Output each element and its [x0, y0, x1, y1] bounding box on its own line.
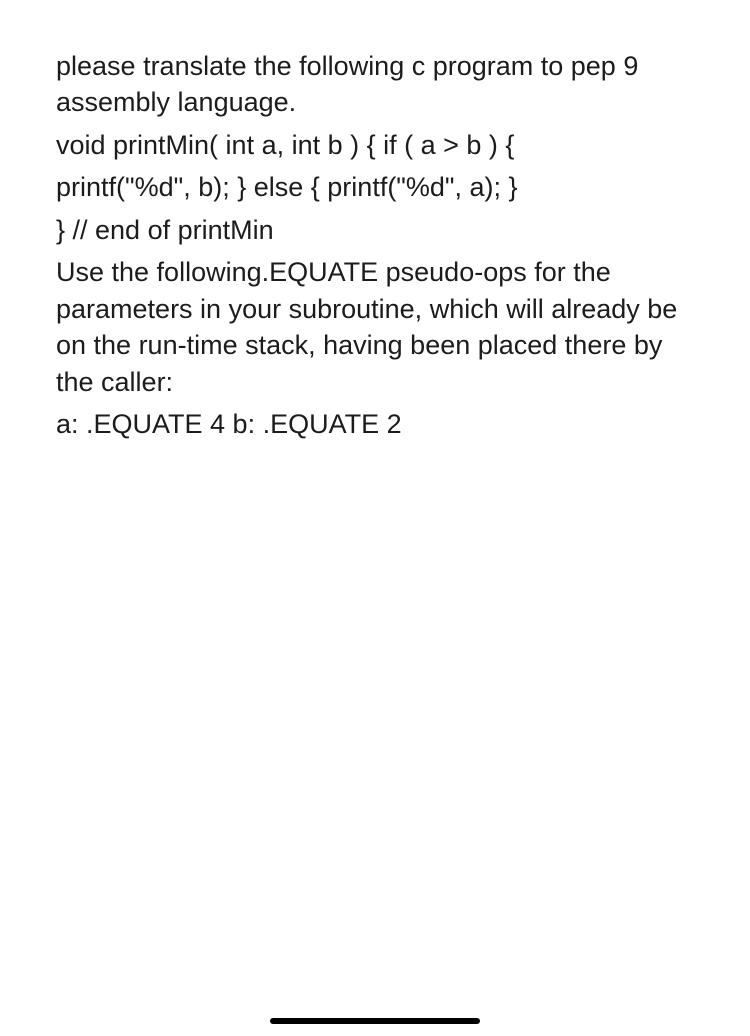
paragraph-code-line-2: printf("%d", b); } else { printf("%d", a… [56, 169, 694, 205]
paragraph-code-line-1: void printMin( int a, int b ) { if ( a >… [56, 127, 694, 163]
document-content: please translate the following c program… [56, 48, 694, 442]
paragraph-equates: a: .EQUATE 4 b: .EQUATE 2 [56, 406, 694, 442]
paragraph-intro: please translate the following c program… [56, 48, 694, 121]
home-indicator[interactable] [270, 1018, 480, 1024]
paragraph-instructions: Use the following.EQUATE pseudo-ops for … [56, 254, 694, 400]
paragraph-code-line-3: } // end of printMin [56, 212, 694, 248]
